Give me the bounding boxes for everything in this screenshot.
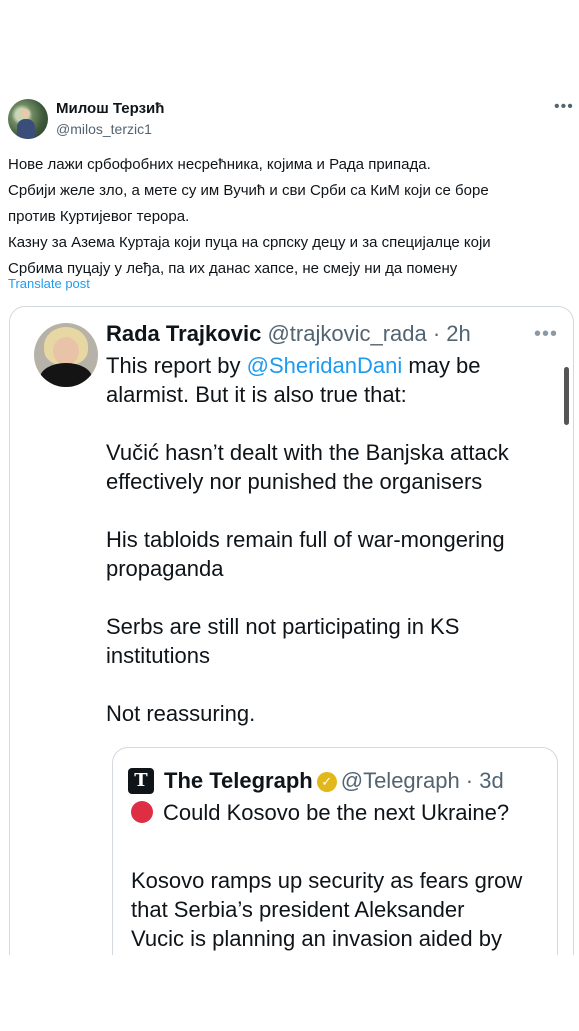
quote-title-text: Could Kosovo be the next Ukraine?: [163, 800, 510, 825]
embedded-text-segment: may be: [402, 353, 481, 378]
embedded-author-avatar: [34, 323, 98, 387]
embedded-header: Rada Trajkovic @trajkovic_rada · 2h: [106, 321, 471, 347]
tweet-line: Нове лажи србофобних несрећника, којима …: [8, 156, 431, 173]
author-name[interactable]: Милош Терзић: [56, 100, 164, 117]
more-horizontal-icon[interactable]: •••: [554, 98, 574, 116]
quote-line: Vucic is planning an invasion aided by: [131, 926, 502, 951]
red-circle-icon: [131, 801, 153, 823]
verified-badge-icon: ✓: [316, 772, 337, 792]
quote-author-name: The Telegraph: [164, 768, 313, 793]
author-handle[interactable]: @milos_terzic1: [56, 121, 152, 137]
tweet-text: Нове лажи србофобних несрећника, којима …: [8, 152, 573, 282]
scrollbar: [564, 367, 569, 425]
embedded-author-name: Rada Trajkovic: [106, 321, 262, 346]
embedded-line: Serbs are still not participating in KS: [106, 614, 460, 639]
embedded-handle-time: @trajkovic_rada · 2h: [267, 321, 471, 346]
telegraph-logo-icon: T: [128, 768, 154, 794]
avatar-body: [40, 363, 92, 387]
avatar-face: [53, 337, 79, 365]
embedded-line: Vučić hasn’t dealt with the Banjska atta…: [106, 440, 509, 465]
embedded-line: alarmist. But it is also true that:: [106, 382, 407, 407]
quote-line: Kosovo ramps up security as fears grow: [131, 868, 523, 893]
embedded-line: effectively nor punished the organisers: [106, 469, 483, 494]
embedded-more-icon: •••: [534, 323, 559, 345]
tweet-line: Казну за Азема Куртаја који пуца на српс…: [8, 234, 491, 251]
quote-line: that Serbia’s president Aleksander: [131, 897, 465, 922]
tweet: Милош Терзић @milos_terzic1 ••• Нове лаж…: [0, 0, 579, 955]
embedded-text: This report by @SheridanDani may be alar…: [106, 351, 556, 728]
embedded-line: Not reassuring.: [106, 701, 256, 726]
mention-link: @SheridanDani: [246, 353, 403, 378]
quoted-tweet: T The Telegraph ✓ @Telegraph · 3d Could Ko…: [112, 747, 558, 955]
embedded-screenshot[interactable]: Rada Trajkovic @trajkovic_rada · 2h ••• …: [9, 306, 574, 955]
embedded-line: This report by @SheridanDani may be: [106, 351, 556, 380]
quote-title: Could Kosovo be the next Ukraine?: [131, 800, 509, 826]
embedded-line: propaganda: [106, 556, 224, 581]
embedded-line: His tabloids remain full of war-mongerin…: [106, 527, 505, 552]
tweet-line: Србији желе зло, а мете су им Вучић и св…: [8, 182, 489, 199]
author-avatar[interactable]: [8, 99, 48, 139]
embedded-text-segment: This report by: [106, 353, 247, 378]
quote-handle-time: @Telegraph · 3d: [340, 768, 504, 793]
tweet-line: против Куртијевог терора.: [8, 208, 190, 225]
translate-post-link[interactable]: Translate post: [8, 276, 90, 291]
quote-body: Kosovo ramps up security as fears grow t…: [131, 866, 551, 953]
tweet-line: Србима пуцају у леђа, па их данас хапсе,…: [8, 260, 458, 277]
quote-header: The Telegraph ✓ @Telegraph · 3d: [164, 768, 504, 794]
embedded-line: institutions: [106, 643, 210, 668]
